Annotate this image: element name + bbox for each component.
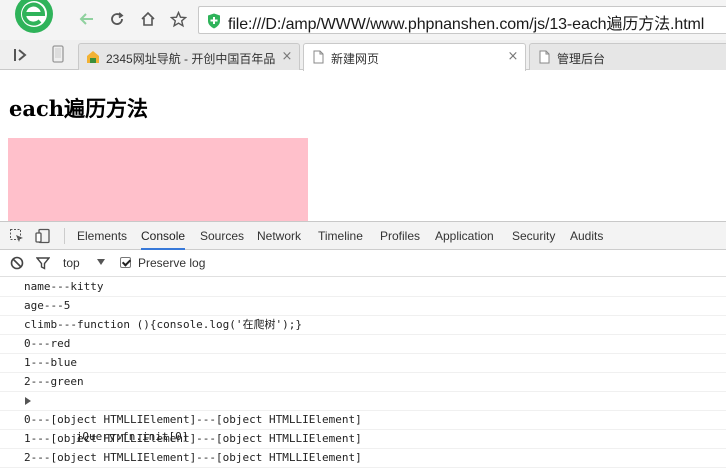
preserve-log-checkbox[interactable] [120,257,131,268]
page-title: each遍历方法 [9,96,149,121]
clear-console-icon[interactable] [10,256,24,270]
star-icon [169,10,187,27]
console-message: 1---[object HTMLLIElement]---[object HTM… [0,430,726,449]
console-message: 0---[object HTMLLIElement]---[object HTM… [0,411,726,430]
console-toolbar: top Preserve log [0,250,726,277]
home-button[interactable] [137,8,159,30]
tab-title: 管理后台 [557,52,606,66]
tab-network[interactable]: Network [257,222,301,250]
devtools-panel: Elements Console Sources Network Timelin… [0,221,726,472]
tab-sources[interactable]: Sources [200,222,244,250]
tab-timeline[interactable]: Timeline [318,222,363,250]
browser-toolbar: file:///D:/amp/WWW/www.phpnanshen.com/js… [0,0,726,40]
tab-console[interactable]: Console [141,222,186,250]
devtools-tab-bar: Elements Console Sources Network Timelin… [0,222,726,250]
tab-title: 新建网页 [331,52,380,66]
reload-icon [111,12,124,25]
preserve-log-label: Preserve log [138,256,206,270]
toolbar-divider [64,228,65,244]
pink-box [8,138,308,221]
console-message: 2---[object HTMLLIElement]---[object HTM… [0,449,726,468]
inspect-element-icon[interactable] [9,228,25,244]
tab-2345[interactable]: 2345网址导航 - 开创中国百年品 × [78,43,300,70]
dropdown-arrow-icon[interactable] [96,257,106,267]
console-output: name---kitty age---5 climb---function ()… [0,278,726,468]
device-toolbar-icon[interactable] [35,228,51,244]
tab-new-page[interactable]: 新建网页 × [303,43,526,71]
bookmark-button[interactable] [167,8,189,30]
console-message: 1---blue [0,354,726,373]
console-message: name---kitty [0,278,726,297]
sidebar-toggle-icon[interactable] [12,47,30,63]
address-bar[interactable]: file:///D:/amp/WWW/www.phpnanshen.com/js… [198,6,726,34]
page-icon [313,50,324,64]
browser-logo-icon[interactable] [10,0,60,36]
home-icon [141,11,155,26]
reload-button[interactable] [106,8,128,30]
tab-admin[interactable]: 管理后台 [529,43,726,70]
page-viewport: each遍历方法 [0,71,726,221]
tab-title: 2345网址导航 - 开创中国百年品 [106,52,276,66]
tab-application[interactable]: Application [435,222,494,250]
tab-close-icon[interactable]: × [281,49,293,65]
url-text[interactable]: file:///D:/amp/WWW/www.phpnanshen.com/js… [228,10,704,34]
favicon-2345-icon [87,51,99,63]
phone-icon[interactable] [52,45,64,63]
tab-security[interactable]: Security [512,222,555,250]
tab-strip: 2345网址导航 - 开创中国百年品 × 新建网页 × 管理后台 [0,40,726,71]
console-message: 0---red [0,335,726,354]
page-icon [539,50,550,64]
tab-elements[interactable]: Elements [77,222,127,250]
shield-icon [208,13,220,29]
console-message: climb---function (){console.log('在爬树');} [0,316,726,335]
console-message: 2---green [0,373,726,392]
context-selector[interactable]: top [63,256,80,270]
back-button[interactable] [76,8,98,30]
filter-icon[interactable] [36,256,50,270]
back-arrow-icon [79,13,93,25]
tab-profiles[interactable]: Profiles [380,222,420,250]
expand-triangle-icon[interactable] [25,397,31,405]
console-object-row[interactable]: jQuery.fn.init[0] [0,392,726,443]
tab-audits[interactable]: Audits [570,222,603,250]
tab-close-icon[interactable]: × [507,49,519,65]
console-message: age---5 [0,297,726,316]
